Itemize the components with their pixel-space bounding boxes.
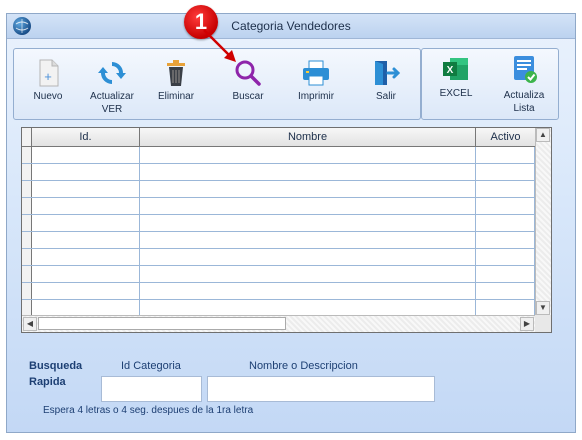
vertical-scrollbar[interactable]: ▲ ▼ xyxy=(535,128,551,315)
title-bar: Categoria Vendedores xyxy=(7,14,575,39)
cell-id[interactable] xyxy=(32,300,140,316)
update-list-icon xyxy=(514,56,537,83)
printer-icon xyxy=(303,60,329,86)
id-category-label: Id Categoria xyxy=(121,360,181,372)
cell-activo[interactable] xyxy=(476,249,535,265)
row-selector[interactable] xyxy=(22,249,32,265)
scroll-down-icon[interactable]: ▼ xyxy=(536,301,550,315)
name-description-input[interactable] xyxy=(207,376,435,402)
scroll-left-icon[interactable]: ◀ xyxy=(23,317,37,331)
cell-id[interactable] xyxy=(32,232,140,248)
column-header-id[interactable]: Id. xyxy=(32,128,140,146)
grid-header: Id. Nombre Activo xyxy=(22,128,535,147)
cell-nombre[interactable] xyxy=(140,300,476,316)
horizontal-scroll-thumb[interactable] xyxy=(38,317,286,330)
row-selector[interactable] xyxy=(22,232,32,248)
cell-nombre[interactable] xyxy=(140,283,476,299)
cell-activo[interactable] xyxy=(476,164,535,180)
update-list-button-label: Actualiza Lista xyxy=(503,90,545,114)
cell-activo[interactable] xyxy=(476,215,535,231)
cell-nombre[interactable] xyxy=(140,164,476,180)
data-grid[interactable]: Id. Nombre Activo ▲ ▼ ◀ ▶ xyxy=(21,127,552,333)
excel-button-label: EXCEL xyxy=(439,88,473,99)
cell-nombre[interactable] xyxy=(140,266,476,282)
print-button-label: Imprimir xyxy=(297,91,335,102)
annotation-arrow-icon xyxy=(203,29,236,62)
row-selector[interactable] xyxy=(22,164,32,180)
cell-nombre[interactable] xyxy=(140,215,476,231)
cell-id[interactable] xyxy=(32,181,140,197)
table-row[interactable] xyxy=(22,147,535,164)
delete-button-label: Eliminar xyxy=(157,91,195,102)
cell-id[interactable] xyxy=(32,215,140,231)
cell-id[interactable] xyxy=(32,266,140,282)
cell-nombre[interactable] xyxy=(140,147,476,163)
svg-text:+: + xyxy=(44,69,52,84)
exit-icon xyxy=(375,61,401,85)
row-selector[interactable] xyxy=(22,215,32,231)
row-selector-header xyxy=(22,128,32,146)
table-row[interactable] xyxy=(22,249,535,266)
cell-activo[interactable] xyxy=(476,283,535,299)
svg-text:X: X xyxy=(447,65,454,76)
cell-id[interactable] xyxy=(32,283,140,299)
cell-activo[interactable] xyxy=(476,147,535,163)
cell-id[interactable] xyxy=(32,147,140,163)
cell-id[interactable] xyxy=(32,164,140,180)
table-row[interactable] xyxy=(22,198,535,215)
row-selector[interactable] xyxy=(22,300,32,316)
scrollbar-corner xyxy=(535,315,551,332)
trash-icon xyxy=(167,60,185,86)
window-title: Categoria Vendedores xyxy=(231,19,351,33)
refresh-icon xyxy=(98,62,126,84)
new-document-icon: + xyxy=(39,59,59,87)
cell-id[interactable] xyxy=(32,198,140,214)
row-selector[interactable] xyxy=(22,198,32,214)
quick-search-title-line1: Busqueda xyxy=(29,360,83,372)
table-row[interactable] xyxy=(22,266,535,283)
table-row[interactable] xyxy=(22,164,535,181)
table-row[interactable] xyxy=(22,181,535,198)
refresh-button-label: Actualizar VER xyxy=(90,91,134,115)
toolbar-extra: X EXCEL Actualiza Lista xyxy=(421,48,559,120)
scroll-right-icon[interactable]: ▶ xyxy=(520,317,534,331)
row-selector[interactable] xyxy=(22,147,32,163)
search-button-label: Buscar xyxy=(232,91,264,102)
horizontal-scrollbar[interactable]: ◀ ▶ xyxy=(22,315,535,332)
column-header-nombre[interactable]: Nombre xyxy=(140,128,476,146)
cell-nombre[interactable] xyxy=(140,198,476,214)
cell-activo[interactable] xyxy=(476,181,535,197)
quick-search-title-line2: Rapida xyxy=(29,376,66,388)
cell-activo[interactable] xyxy=(476,266,535,282)
cell-id[interactable] xyxy=(32,249,140,265)
table-row[interactable] xyxy=(22,215,535,232)
exit-button-label: Salir xyxy=(375,91,396,102)
row-selector[interactable] xyxy=(22,266,32,282)
new-button-label: Nuevo xyxy=(33,91,63,102)
scroll-up-icon[interactable]: ▲ xyxy=(536,128,550,142)
id-category-input[interactable] xyxy=(101,376,202,402)
cell-activo[interactable] xyxy=(476,198,535,214)
cell-activo[interactable] xyxy=(476,300,535,316)
cell-nombre[interactable] xyxy=(140,249,476,265)
search-hint: Espera 4 letras o 4 seg. despues de la 1… xyxy=(43,405,254,416)
cell-nombre[interactable] xyxy=(140,181,476,197)
row-selector[interactable] xyxy=(22,283,32,299)
name-description-label: Nombre o Descripcion xyxy=(249,360,358,372)
cell-activo[interactable] xyxy=(476,232,535,248)
excel-icon: X xyxy=(443,58,468,80)
column-header-activo[interactable]: Activo xyxy=(476,128,535,146)
table-row[interactable] xyxy=(22,283,535,300)
cell-nombre[interactable] xyxy=(140,232,476,248)
table-row[interactable] xyxy=(22,232,535,249)
row-selector[interactable] xyxy=(22,181,32,197)
app-window: Categoria Vendedores + Nuevo Actualizar … xyxy=(6,13,576,433)
